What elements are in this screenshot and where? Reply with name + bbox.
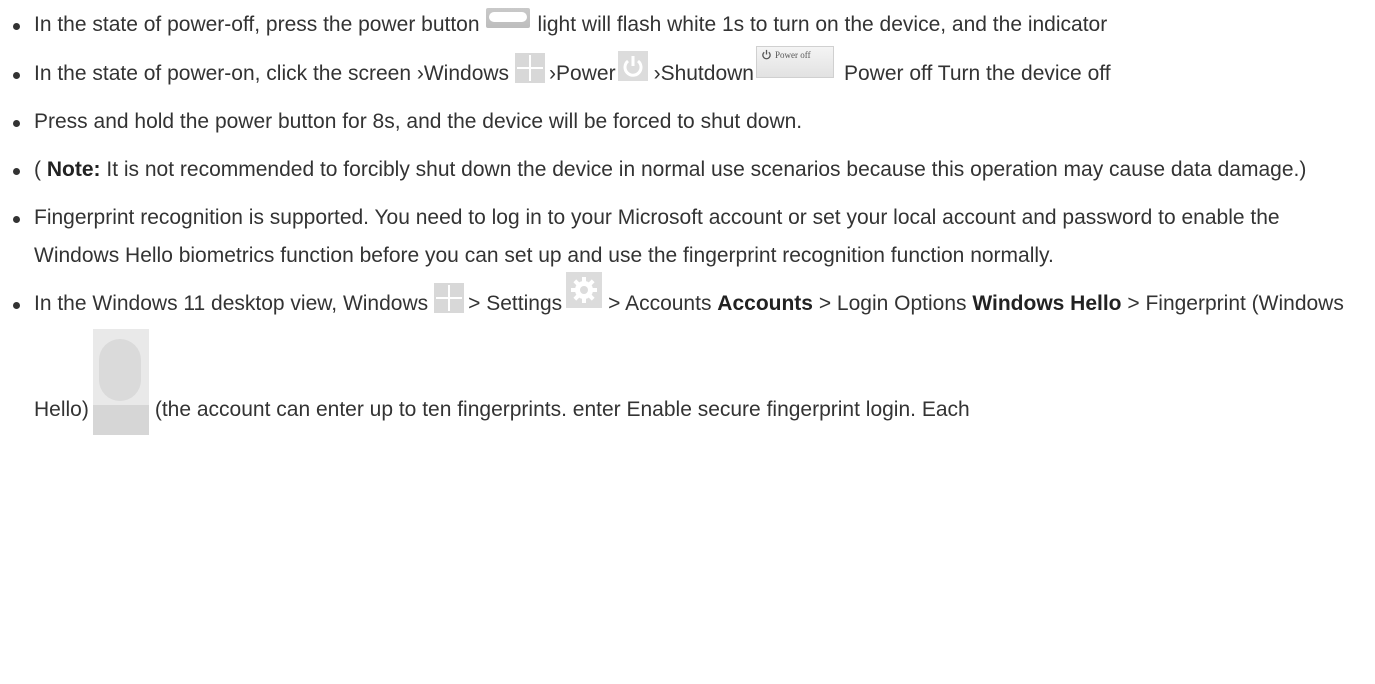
power-button-icon <box>485 8 530 29</box>
list-item-power-off: In the state of power-on, click the scre… <box>0 46 1375 93</box>
item5-text: Fingerprint recognition is supported. Yo… <box>34 206 1280 267</box>
power-off-icon-label: Power off <box>774 50 811 61</box>
item6-text-d: > Login Options <box>818 292 967 315</box>
item6-text-a: In the Windows 11 desktop view, Windows <box>34 292 429 315</box>
accounts-label: Accounts <box>717 292 813 315</box>
item2-text-a: In the state of power-on, click the scre… <box>34 62 510 85</box>
item1-text-b: light will flash white 1s to turn on the… <box>537 13 1108 36</box>
item6-text-c: > Accounts <box>608 292 712 315</box>
settings-gear-icon <box>566 272 603 309</box>
item1-text-a: In the state of power-off, press the pow… <box>34 13 480 36</box>
instruction-list: In the state of power-off, press the pow… <box>0 0 1375 435</box>
windows-icon <box>434 283 465 314</box>
power-off-button-icon: Power off <box>755 46 834 79</box>
windows-hello-label: Windows Hello <box>972 292 1122 315</box>
note-label: Note: <box>46 158 101 181</box>
item6-text-b: > Settings <box>468 292 563 315</box>
windows-icon <box>515 53 546 84</box>
list-item-power-on: In the state of power-off, press the pow… <box>0 6 1375 44</box>
fingerprint-icon <box>92 329 149 435</box>
item4-text: It is not recommended to forcibly shut d… <box>106 158 1307 181</box>
item6-text-f: (the account can enter up to ten fingerp… <box>154 398 970 421</box>
item2-text-c: ›Shutdown <box>653 62 754 85</box>
item2-text-d: Power off Turn the device off <box>843 62 1111 85</box>
power-icon <box>617 51 648 82</box>
item4-prefix: ( <box>34 158 41 181</box>
item2-text-b: ›Power <box>549 62 616 85</box>
item3-text: Press and hold the power button for 8s, … <box>34 110 803 133</box>
list-item-fingerprint-support: Fingerprint recognition is supported. Yo… <box>0 199 1375 275</box>
list-item-force-shutdown: Press and hold the power button for 8s, … <box>0 103 1375 141</box>
list-item-fingerprint-setup: In the Windows 11 desktop view, Windows >… <box>0 272 1375 435</box>
list-item-note: ( Note: It is not recommended to forcibl… <box>0 151 1375 189</box>
